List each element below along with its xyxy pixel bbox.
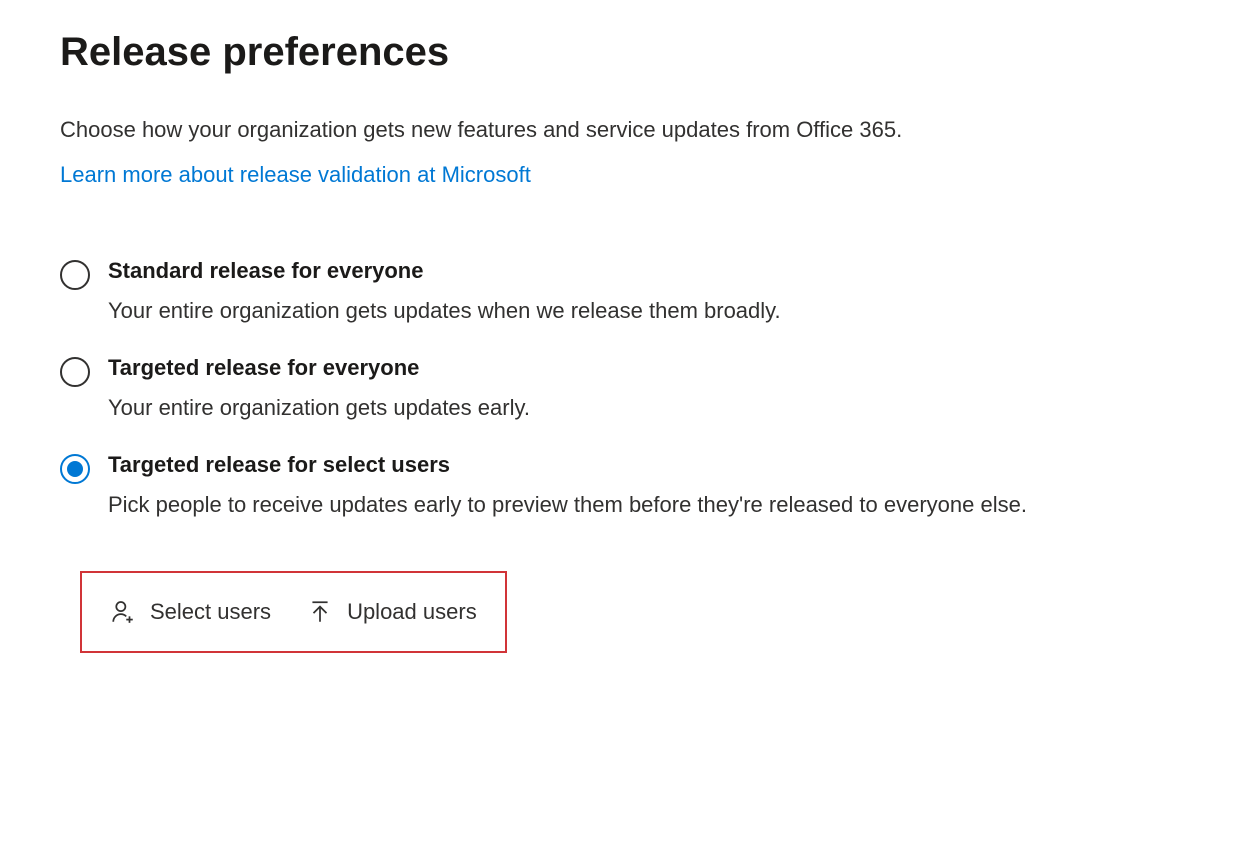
upload-icon	[307, 599, 333, 625]
select-users-button[interactable]: Select users	[110, 599, 271, 625]
upload-users-button[interactable]: Upload users	[307, 599, 477, 625]
radio-standard-release[interactable]	[60, 260, 90, 290]
user-actions-box: Select users Upload users	[80, 571, 507, 653]
radio-description: Your entire organization gets updates ea…	[108, 391, 1196, 424]
radio-label: Targeted release for select users	[108, 452, 1196, 478]
radio-content: Targeted release for select users Pick p…	[108, 452, 1196, 521]
release-options-group: Standard release for everyone Your entir…	[60, 258, 1196, 521]
page-title: Release preferences	[60, 30, 1196, 75]
page-description: Choose how your organization gets new fe…	[60, 115, 1196, 146]
radio-option-standard: Standard release for everyone Your entir…	[60, 258, 1196, 327]
select-users-label: Select users	[150, 599, 271, 625]
radio-label: Targeted release for everyone	[108, 355, 1196, 381]
radio-description: Pick people to receive updates early to …	[108, 488, 1196, 521]
radio-targeted-everyone[interactable]	[60, 357, 90, 387]
upload-users-label: Upload users	[347, 599, 477, 625]
radio-content: Standard release for everyone Your entir…	[108, 258, 1196, 327]
radio-label: Standard release for everyone	[108, 258, 1196, 284]
radio-targeted-select-users[interactable]	[60, 454, 90, 484]
learn-more-link[interactable]: Learn more about release validation at M…	[60, 162, 531, 188]
radio-option-targeted-everyone: Targeted release for everyone Your entir…	[60, 355, 1196, 424]
radio-content: Targeted release for everyone Your entir…	[108, 355, 1196, 424]
radio-option-targeted-select: Targeted release for select users Pick p…	[60, 452, 1196, 521]
person-add-icon	[110, 599, 136, 625]
radio-description: Your entire organization gets updates wh…	[108, 294, 1196, 327]
